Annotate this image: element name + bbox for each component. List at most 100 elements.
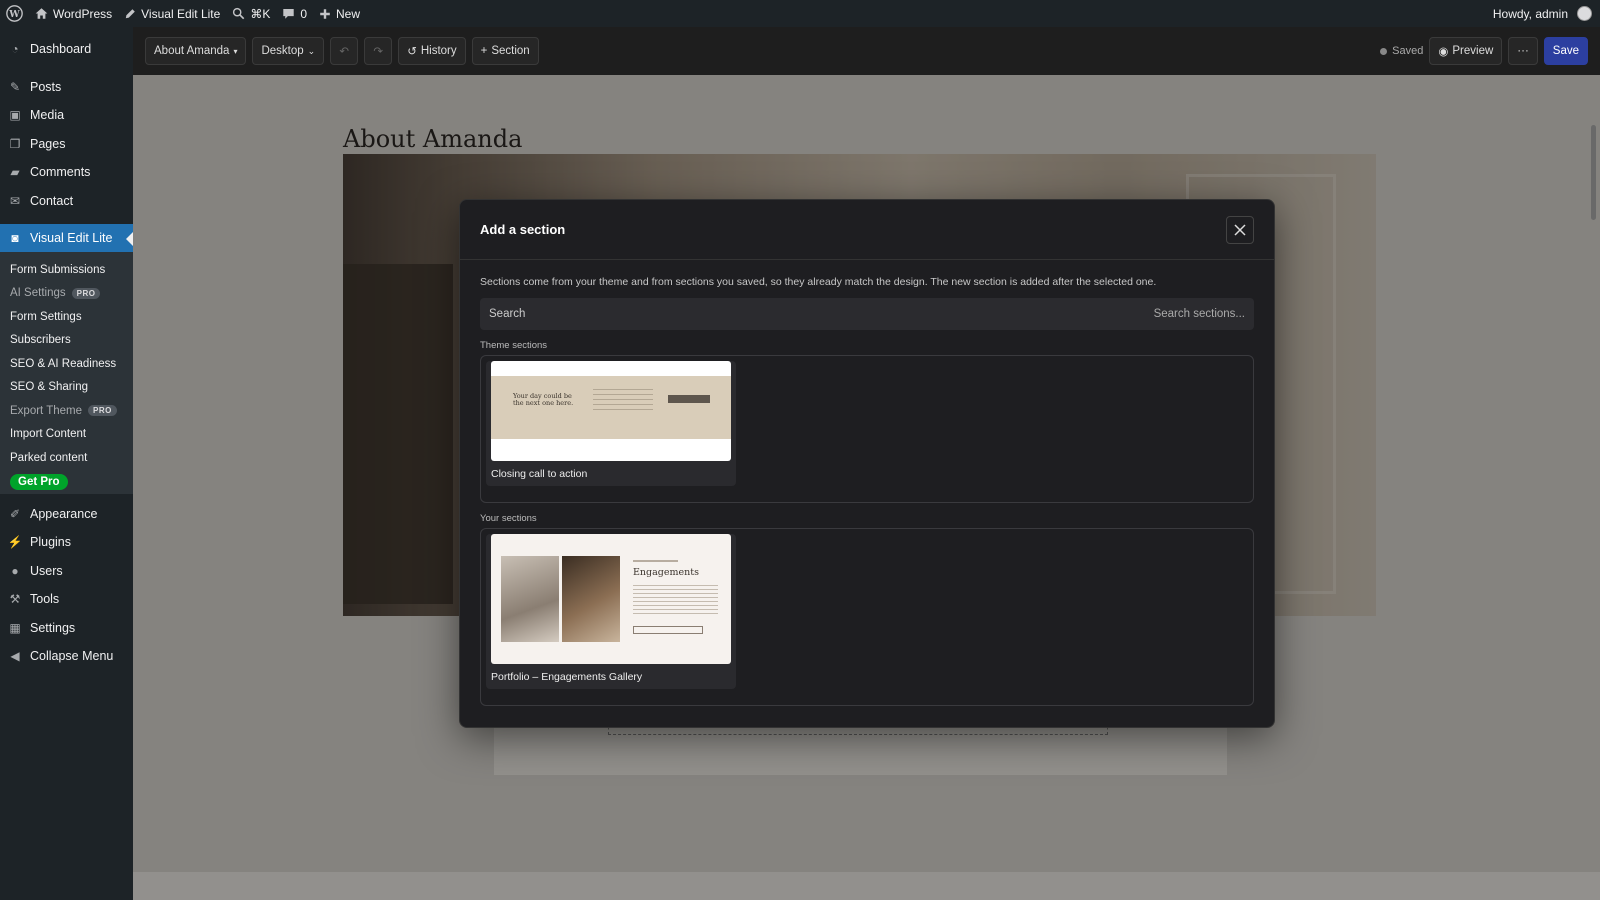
sidebar-item-label: Users <box>30 563 63 578</box>
sidebar-item-media[interactable]: ▣ Media <box>0 101 133 130</box>
account-menu[interactable]: Howdy, admin <box>1487 0 1600 27</box>
submenu-label: Form Settings <box>10 310 82 323</box>
site-name-link[interactable]: WordPress <box>29 0 118 27</box>
add-section-button[interactable]: + Section <box>471 37 539 65</box>
search-input[interactable] <box>525 308 1245 320</box>
visual-edit-icon: ◙ <box>11 231 19 245</box>
sidebar-item-label: Appearance <box>30 506 98 521</box>
sidebar-item-appearance[interactable]: ✐ Appearance <box>0 500 133 529</box>
preview-heading: Engagements <box>633 567 699 578</box>
submenu-label: AI Settings <box>10 287 66 300</box>
preview-paragraph <box>593 389 653 414</box>
editor-toolbar: About Amanda ▾ Desktop ⌄ ↶ ↷ ↺ History +… <box>133 27 1600 75</box>
undo-button[interactable]: ↶ <box>330 37 359 65</box>
submenu-label: SEO & AI Readiness <box>10 357 117 370</box>
pencil-icon <box>125 8 135 18</box>
sidebar-item-label: Posts <box>30 79 62 94</box>
new-content-link[interactable]: New <box>313 0 366 27</box>
shortcut-label: ⌘K <box>250 6 271 21</box>
section-card[interactable]: Engagements Portfolio – Engagements Gall… <box>486 534 736 689</box>
page-select[interactable]: About Amanda ▾ <box>145 37 247 65</box>
modal-title: Add a section <box>480 222 566 237</box>
sidebar-item-posts[interactable]: ✎ Posts <box>0 73 133 102</box>
preview-button <box>668 395 710 403</box>
save-label: Save <box>1552 45 1579 57</box>
eye-icon: ◉ <box>1438 46 1449 58</box>
sidebar-item-label: Plugins <box>30 535 71 550</box>
sidebar-item-label: Contact <box>30 193 74 208</box>
modal-body: Sections come from your theme and from s… <box>460 260 1274 706</box>
modal-description: Sections come from your theme and from s… <box>480 276 1157 288</box>
sidebar-item-tools[interactable]: ⚒ Tools <box>0 585 133 614</box>
submenu-label: Subscribers <box>10 334 71 347</box>
dashboard-icon: ◔ <box>11 42 19 57</box>
close-icon <box>1234 223 1246 236</box>
submenu-import-content[interactable]: Import Content <box>0 423 133 447</box>
get-pro-button[interactable]: Get Pro <box>10 473 68 490</box>
sidebar-item-visual-edit-lite[interactable]: ◙ Visual Edit Lite <box>0 224 133 252</box>
chevron-down-icon: ⌄ <box>307 45 316 56</box>
settings-icon: ▦ <box>9 620 21 635</box>
sidebar-item-pages[interactable]: ❐ Pages <box>0 130 133 159</box>
your-sections-group: Engagements Portfolio – Engagements Gall… <box>480 528 1254 706</box>
redo-button[interactable]: ↷ <box>364 37 393 65</box>
pages-icon: ❐ <box>9 136 21 151</box>
home-icon <box>35 8 48 19</box>
preview-paragraph <box>633 585 718 617</box>
submenu-form-submissions[interactable]: Form Submissions <box>0 258 133 282</box>
command-search[interactable]: ⌘K <box>226 0 276 27</box>
wrench-icon: ⚒ <box>9 592 21 607</box>
sidebar-item-label: Comments <box>30 165 91 180</box>
history-button[interactable]: ↺ History <box>398 37 466 65</box>
sidebar-item-users[interactable]: ● Users <box>0 557 133 586</box>
collapse-menu-button[interactable]: ◀ Collapse Menu <box>0 642 133 671</box>
sidebar-item-label: Pages <box>30 136 66 151</box>
plugin-icon: ⚡ <box>7 535 23 550</box>
add-section-modal: Add a section Sections come from your th… <box>459 199 1275 728</box>
svg-text:W: W <box>8 9 20 20</box>
preview-button[interactable]: ◉ Preview <box>1429 37 1503 65</box>
more-options-button[interactable]: ··· <box>1508 37 1538 65</box>
sidebar-item-contact[interactable]: ✉ Contact <box>0 187 133 216</box>
submenu-export-theme[interactable]: Export Theme PRO <box>0 399 133 423</box>
sidebar-item-comments[interactable]: ▰ Comments <box>0 158 133 187</box>
visual-edit-label: Visual Edit Lite <box>141 6 221 21</box>
submenu-label: Import Content <box>10 428 87 441</box>
section-card-label: Closing call to action <box>491 468 588 480</box>
wordpress-logo-icon[interactable]: W <box>0 0 29 27</box>
media-icon: ▣ <box>9 108 21 123</box>
sidebar-item-dashboard[interactable]: ◔ Dashboard <box>0 35 133 64</box>
close-button[interactable] <box>1226 215 1254 244</box>
sidebar-item-plugins[interactable]: ⚡ Plugins <box>0 528 133 557</box>
comments-link[interactable]: 0 <box>276 0 313 27</box>
submenu-subscribers[interactable]: Subscribers <box>0 329 133 353</box>
plus-icon <box>320 8 330 19</box>
section-preview-thumbnail: Engagements <box>491 534 731 664</box>
visual-edit-link[interactable]: Visual Edit Lite <box>118 0 226 27</box>
comment-bubble-icon <box>283 8 295 19</box>
submenu-seo-sharing[interactable]: SEO & Sharing <box>0 376 133 400</box>
sidebar-item-settings[interactable]: ▦ Settings <box>0 614 133 643</box>
your-sections-label: Your sections <box>480 513 537 524</box>
greeting-label: Howdy, admin <box>1492 6 1568 21</box>
section-preview-thumbnail: Your day could be the next one here. <box>491 361 731 461</box>
preview-kicker <box>633 560 678 562</box>
section-card-label: Portfolio – Engagements Gallery <box>491 671 643 683</box>
save-button[interactable]: Save <box>1543 37 1588 65</box>
submenu-form-settings[interactable]: Form Settings <box>0 305 133 329</box>
device-select[interactable]: Desktop ⌄ <box>252 37 325 65</box>
sidebar-item-label: Settings <box>30 620 76 635</box>
sidebar-item-label: Dashboard <box>30 42 92 57</box>
site-name-label: WordPress <box>53 6 113 21</box>
submenu-label: SEO & Sharing <box>10 381 88 394</box>
theme-sections-label: Theme sections <box>480 340 548 351</box>
section-card[interactable]: Your day could be the next one here. Clo… <box>486 361 736 486</box>
device-select-label: Desktop <box>261 45 304 57</box>
submenu-label: Form Submissions <box>10 263 106 276</box>
submenu-label: Parked content <box>10 451 88 464</box>
mail-icon: ✉ <box>9 193 21 208</box>
submenu-ai-settings[interactable]: AI Settings PRO <box>0 282 133 306</box>
submenu-parked-content[interactable]: Parked content <box>0 446 133 470</box>
submenu-seo-ai-readiness[interactable]: SEO & AI Readiness <box>0 352 133 376</box>
search-field[interactable]: Search <box>480 298 1254 330</box>
